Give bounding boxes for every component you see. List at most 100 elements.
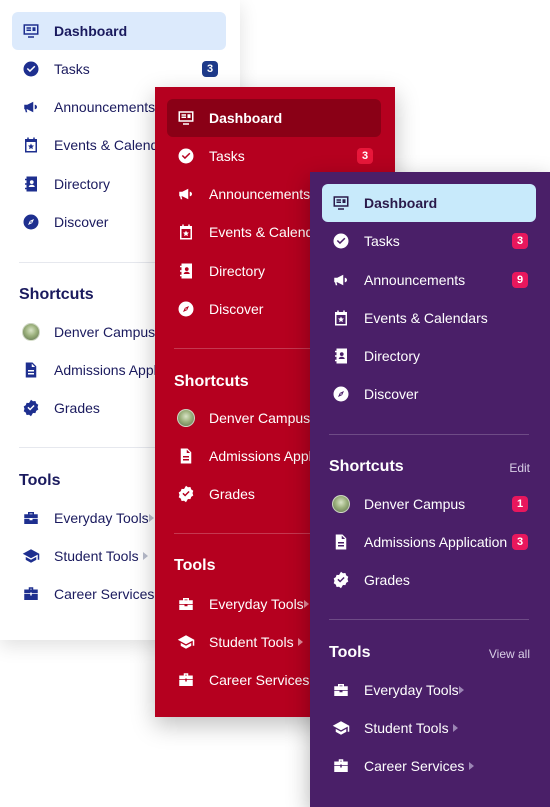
compass-icon <box>177 300 195 318</box>
briefcase-icon <box>22 585 40 603</box>
shortcut-label: Denver Campus <box>209 410 311 426</box>
tool-label: Career Services <box>54 586 155 602</box>
tool-label: Student Tools <box>209 634 294 650</box>
nav-label: Tasks <box>209 148 245 164</box>
nav-label: Discover <box>54 214 109 230</box>
nav-label: Directory <box>54 176 111 192</box>
shortcut-label: Grades <box>364 572 410 588</box>
compass-icon <box>332 385 350 403</box>
shortcut-grades[interactable]: Grades <box>322 561 536 599</box>
caret-right-icon <box>304 600 309 608</box>
tool-student-tools[interactable]: Student Tools <box>322 709 536 747</box>
nav-item-tasks[interactable]: Tasks 3 <box>322 222 536 260</box>
verified-badge-icon <box>332 571 350 589</box>
tool-everyday-tools[interactable]: Everyday Tools <box>322 671 536 709</box>
caret-right-icon <box>298 638 303 646</box>
dashboard-icon <box>22 22 40 40</box>
toolbox-icon <box>22 509 40 527</box>
nav-item-tasks[interactable]: Tasks 3 <box>12 50 226 88</box>
view-all-tools-link[interactable]: View all <box>489 647 530 661</box>
nav-label: Dashboard <box>209 110 283 126</box>
tool-label: Student Tools <box>54 548 139 564</box>
nav-label: Discover <box>209 301 264 317</box>
calendar-icon <box>22 136 40 154</box>
briefcase-icon <box>332 757 350 775</box>
campus-avatar-icon <box>177 409 195 427</box>
check-circle-icon <box>332 232 350 250</box>
nav-item-announcements[interactable]: Announcements 9 <box>322 261 536 299</box>
tool-label: Career Services <box>364 758 465 774</box>
document-icon <box>177 447 195 465</box>
tools-heading: Tools <box>329 644 371 661</box>
nav-item-tasks[interactable]: Tasks 3 <box>167 137 381 175</box>
nav-label: Events & Calendars <box>364 310 488 326</box>
nav-label: Discover <box>364 386 419 402</box>
verified-badge-icon <box>22 399 40 417</box>
toolbox-icon <box>332 681 350 699</box>
graduation-cap-icon <box>332 719 350 737</box>
caret-right-icon <box>469 762 474 770</box>
briefcase-icon <box>177 671 195 689</box>
tool-label: Everyday Tools <box>54 510 149 526</box>
shortcut-label: Grades <box>54 400 100 416</box>
nav-label: Announcements <box>364 272 466 288</box>
toolbox-icon <box>177 595 195 613</box>
calendar-icon <box>332 309 350 327</box>
nav-item-dashboard[interactable]: Dashboard <box>12 12 226 50</box>
check-circle-icon <box>177 147 195 165</box>
megaphone-icon <box>332 271 350 289</box>
tools-heading: Tools <box>19 472 61 489</box>
tool-label: Everyday Tools <box>364 682 459 698</box>
tool-label: Everyday Tools <box>209 596 304 612</box>
tasks-count-badge: 3 <box>202 61 218 77</box>
caret-right-icon <box>149 514 154 522</box>
calendar-icon <box>177 223 195 241</box>
campus-avatar-icon <box>22 323 40 341</box>
campus-avatar-icon <box>332 495 350 513</box>
nav-item-discover[interactable]: Discover <box>322 375 536 413</box>
tasks-count-badge: 3 <box>512 233 528 249</box>
shortcut-denver-campus[interactable]: Denver Campus 1 <box>322 485 536 523</box>
megaphone-icon <box>22 98 40 116</box>
caret-right-icon <box>459 686 464 694</box>
shortcut-label: Admissions Application <box>364 534 508 550</box>
nav-label: Announcements <box>209 186 311 202</box>
nav-label: Dashboard <box>364 195 438 211</box>
nav-label: Directory <box>209 263 266 279</box>
caret-right-icon <box>453 724 458 732</box>
shortcut-label: Grades <box>209 486 255 502</box>
nav-item-dashboard[interactable]: Dashboard <box>322 184 536 222</box>
shortcuts-heading: Shortcuts <box>174 373 249 390</box>
nav-item-dashboard[interactable]: Dashboard <box>167 99 381 137</box>
shortcut-admissions-application[interactable]: Admissions Application 3 <box>322 523 536 561</box>
admissions-count-badge: 3 <box>512 534 528 550</box>
denver-campus-count-badge: 1 <box>512 496 528 512</box>
nav-item-events[interactable]: Events & Calendars <box>322 299 536 337</box>
contact-book-icon <box>177 262 195 280</box>
shortcut-label: Denver Campus <box>54 324 156 340</box>
graduation-cap-icon <box>22 547 40 565</box>
edit-shortcuts-link[interactable]: Edit <box>509 461 530 475</box>
caret-right-icon <box>143 552 148 560</box>
divider <box>329 619 529 620</box>
tool-label: Career Services <box>209 672 310 688</box>
shortcuts-heading: Shortcuts <box>19 286 94 303</box>
nav-label: Directory <box>364 348 421 364</box>
contact-book-icon <box>22 175 40 193</box>
nav-label: Tasks <box>54 61 90 77</box>
compass-icon <box>22 213 40 231</box>
graduation-cap-icon <box>177 633 195 651</box>
dashboard-icon <box>332 194 350 212</box>
nav-item-directory[interactable]: Directory <box>322 337 536 375</box>
check-circle-icon <box>22 60 40 78</box>
document-icon <box>332 533 350 551</box>
sidebar-purple-theme: Dashboard Tasks 3 Announcements 9 Events… <box>310 172 550 807</box>
nav-label: Announcements <box>54 99 156 115</box>
nav-label: Dashboard <box>54 23 128 39</box>
tool-career-services[interactable]: Career Services <box>322 747 536 785</box>
verified-badge-icon <box>177 485 195 503</box>
tool-label: Student Tools <box>364 720 449 736</box>
contact-book-icon <box>332 347 350 365</box>
divider <box>329 434 529 435</box>
shortcut-label: Denver Campus <box>364 496 466 512</box>
